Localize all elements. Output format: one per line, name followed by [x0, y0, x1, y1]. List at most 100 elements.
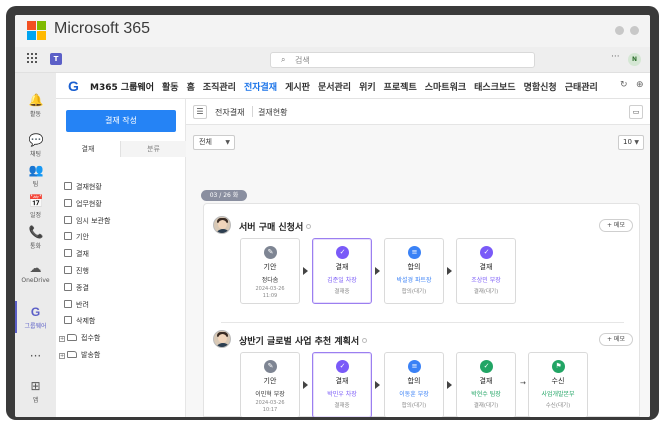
document-icon	[64, 266, 72, 274]
nav-item-7[interactable]: 프로젝트	[384, 80, 417, 93]
microsoft-logo-icon	[27, 21, 46, 40]
breadcrumb-root[interactable]: 전자결재	[215, 107, 244, 118]
approval-step[interactable]: ≡ 합의 박설경 파트장 합의(대기)	[384, 238, 444, 304]
step-approver: 박설경 파트장	[396, 277, 432, 284]
document-title[interactable]: 서버 구매 신청서	[239, 220, 312, 233]
nav-item-9[interactable]: 태스크보드	[474, 80, 515, 93]
approval-document[interactable]: 상반기 글로벌 사업 추천 계획서 + 메모 ✎ 기안 이민혁 부장 2024-03-26…	[204, 330, 641, 417]
user-avatar[interactable]: N	[628, 53, 641, 66]
nav-item-3[interactable]: 전자결재	[244, 80, 277, 93]
step-status: 결재(대기)	[473, 289, 499, 295]
step-status: 결재(대기)	[473, 403, 499, 409]
rail-item-0[interactable]: 🔔 활동	[15, 93, 56, 118]
approval-step[interactable]: ✓ 결재 조상민 부장 결재(대기)	[456, 238, 516, 304]
brand-bar: Microsoft 365	[15, 15, 650, 47]
rail-item-2[interactable]: 👥 팀	[15, 163, 56, 188]
nav-item-5[interactable]: 문서관리	[318, 80, 351, 93]
rail-item-3[interactable]: 📅 일정	[15, 194, 56, 219]
print-icon[interactable]: ▭	[629, 105, 643, 119]
nav-item-11[interactable]: 근태관리	[565, 80, 598, 93]
tab-category[interactable]: 분류	[121, 141, 186, 157]
sidebar-item-5[interactable]: 진행	[64, 266, 184, 278]
sidebar-item-0[interactable]: 결재현황	[64, 182, 184, 194]
sidebar-item-4[interactable]: 결재	[64, 249, 184, 261]
sidebar-item-label: 결재	[76, 250, 89, 259]
nav-item-4[interactable]: 게시판	[285, 80, 310, 93]
arrow-icon	[447, 267, 452, 275]
expand-icon[interactable]: +	[59, 353, 65, 359]
approval-step[interactable]: ⚑ 수신 사업개발본부 수신(대기)	[528, 352, 588, 417]
globe-icon[interactable]: ⊕	[636, 80, 644, 90]
sidebar-item-10[interactable]: + 발송함	[59, 350, 179, 362]
rail-item-label: 채팅	[29, 151, 42, 158]
approval-step[interactable]: ✓ 결재 김준일 차장 결재중	[312, 238, 372, 304]
document-title-text: 서버 구매 신청서	[239, 223, 304, 233]
avatar-body	[215, 229, 230, 233]
document-icon	[64, 282, 72, 291]
window-minimize-button[interactable]	[615, 26, 624, 35]
approval-step[interactable]: ≡ 합의 이동훈 부장 합의(대기)	[384, 352, 444, 417]
step-type: 기안	[263, 377, 277, 385]
comment-icon	[306, 224, 312, 229]
step-status: 합의(대기)	[401, 403, 427, 409]
refresh-icon[interactable]: ↻	[620, 80, 628, 90]
groupware-icon: G	[30, 305, 41, 319]
avatar-body	[215, 343, 230, 347]
rail-item-4[interactable]: 📞 통화	[15, 225, 56, 250]
approval-step[interactable]: ✓ 결재 박현수 팀장 결재(대기)	[456, 352, 516, 417]
step-type: 수신	[551, 377, 565, 385]
rail-item-7[interactable]: ···	[15, 349, 56, 365]
app-launcher-icon[interactable]	[27, 53, 37, 63]
app-window: Microsoft 365 T ⌕ 검색 ··· N 🔔 활동 💬 채팅 👥 팀 📅 일정 📞 통…	[15, 15, 650, 417]
approval-step[interactable]: ✎ 기안 이민혁 부장 2024-03-26 10:17	[240, 352, 300, 417]
sidebar-item-1[interactable]: 업무현황	[64, 198, 184, 211]
sidebar-item-3[interactable]: 기안	[64, 232, 184, 244]
rail-item-1[interactable]: 💬 채팅	[15, 133, 56, 158]
nav-item-0[interactable]: 활동	[162, 80, 179, 93]
approval-document[interactable]: 서버 구매 신청서 + 메모 ✎ 기안 정다솜 2024-03-26 11:09 ✓ 결재 김준…	[204, 216, 641, 326]
menu-toggle-button[interactable]: ☰	[193, 105, 207, 119]
compose-approval-button[interactable]: 결재 작성	[66, 110, 176, 132]
nav-item-1[interactable]: 홈	[187, 80, 195, 93]
comment-icon	[362, 338, 368, 343]
nav-item-10[interactable]: 명함신청	[524, 80, 557, 93]
status-filter-select[interactable]: 전체 ▼	[193, 135, 235, 150]
rail-item-5[interactable]: ☁ OneDrive	[15, 261, 56, 284]
document-icon	[64, 299, 72, 308]
nav-item-2[interactable]: 조직관리	[203, 80, 236, 93]
rail-item-8[interactable]: ⊞ 앱	[15, 379, 56, 404]
document-icon	[64, 182, 72, 190]
sidebar-item-8[interactable]: 삭제함	[64, 316, 184, 328]
sidebar-item-2[interactable]: 임시 보관함	[64, 215, 184, 228]
approval-step[interactable]: ✎ 기안 정다솜 2024-03-26 11:09	[240, 238, 300, 304]
rail-item-label: 일정	[29, 212, 42, 219]
document-title[interactable]: 상반기 글로벌 사업 추천 계획서	[239, 334, 368, 347]
add-memo-button[interactable]: + 메모	[599, 219, 633, 232]
sidebar-item-6[interactable]: 종결	[64, 282, 184, 295]
window-close-button[interactable]	[630, 26, 639, 35]
author-avatar	[213, 216, 231, 234]
add-memo-button[interactable]: + 메모	[599, 333, 633, 346]
rail-item-label: 그룹웨어	[24, 323, 47, 330]
nav-item-6[interactable]: 위키	[359, 80, 376, 93]
sidebar-item-7[interactable]: 반려	[64, 299, 184, 312]
folder-icon	[67, 334, 77, 342]
arrow-icon	[303, 267, 308, 275]
search-icon: ⌕	[281, 55, 286, 64]
search-input[interactable]: ⌕ 검색	[270, 52, 535, 68]
nav-item-8[interactable]: 스마트워크	[425, 80, 466, 93]
more-options-icon[interactable]: ···	[611, 52, 620, 62]
approval-step[interactable]: ✓ 결재 박민우 차장 결재중	[312, 352, 372, 417]
brand-title: Microsoft 365	[54, 20, 151, 37]
calendar-icon: 📅	[28, 194, 44, 208]
sidebar-item-label: 업무현황	[76, 199, 102, 208]
approval-list-panel: 서버 구매 신청서 + 메모 ✎ 기안 정다솜 2024-03-26 11:09 ✓ 결재 김준…	[203, 203, 640, 417]
step-approver: 정다솜	[261, 277, 279, 284]
tab-approval[interactable]: 결재	[56, 141, 121, 157]
expand-icon[interactable]: +	[59, 336, 65, 343]
rail-item-6[interactable]: G 그룹웨어	[15, 305, 56, 330]
sidebar-item-9[interactable]: + 접수함	[59, 333, 179, 345]
top-nav: 활동 홈 조직관리 전자결재 게시판 문서관리 위키 프로젝트 스마트워크 태스크보드 명함신청 근태…	[162, 80, 606, 93]
sidebar-item-label: 삭제함	[76, 317, 96, 326]
page-size-select[interactable]: 10 ▼	[618, 135, 644, 150]
